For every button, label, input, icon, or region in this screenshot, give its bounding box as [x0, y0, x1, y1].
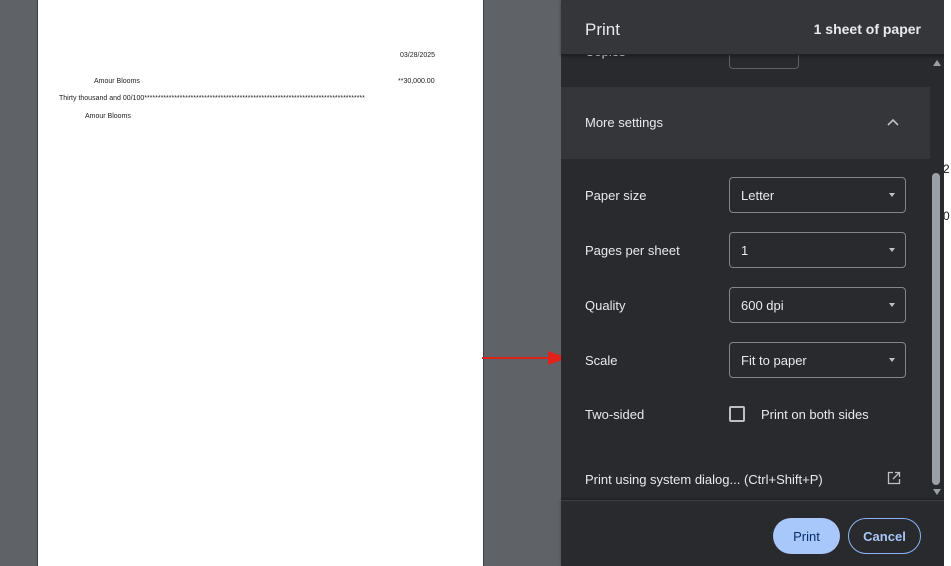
two-sided-label: Two-sided — [585, 407, 645, 422]
pages-per-sheet-value: 1 — [741, 243, 749, 258]
caret-down-icon — [889, 358, 895, 362]
paper-size-label: Paper size — [585, 188, 647, 203]
paper-size-select[interactable]: Letter — [729, 177, 906, 213]
check-amount: **30,000.00 — [398, 78, 435, 85]
print-settings-panel: Copies Print 1 sheet of paper More setti… — [561, 0, 951, 566]
quality-select[interactable]: 600 dpi — [729, 287, 906, 323]
check-memo-name: Amour Blooms — [85, 113, 131, 120]
scrollbar-thumb[interactable] — [932, 173, 940, 485]
print-preview-area: 03/28/2025 Amour Blooms **30,000.00 Thir… — [0, 0, 568, 566]
print-button[interactable]: Print — [773, 518, 840, 554]
caret-down-icon — [889, 303, 895, 307]
two-sided-checkbox[interactable] — [729, 406, 745, 422]
caret-down-icon — [889, 248, 895, 252]
scale-select[interactable]: Fit to paper — [729, 342, 906, 378]
more-settings-toggle[interactable]: More settings — [561, 87, 930, 159]
pages-per-sheet-label: Pages per sheet — [585, 243, 680, 258]
print-header: Print 1 sheet of paper — [561, 0, 951, 55]
preview-page: 03/28/2025 Amour Blooms **30,000.00 Thir… — [37, 0, 484, 566]
print-footer: Print Cancel — [561, 500, 951, 566]
system-dialog-link[interactable]: Print using system dialog... (Ctrl+Shift… — [561, 462, 930, 498]
check-date: 03/28/2025 — [400, 52, 436, 59]
check-amount-words: Thirty thousand and 00/100**************… — [59, 95, 365, 102]
quality-label: Quality — [585, 298, 626, 313]
system-dialog-label: Print using system dialog... (Ctrl+Shift… — [585, 472, 823, 487]
edge-text: 0 — [944, 209, 950, 223]
check-payee: Amour Blooms — [94, 78, 140, 85]
scroll-down-icon[interactable] — [933, 489, 941, 495]
paper-size-value: Letter — [741, 188, 775, 203]
scale-value: Fit to paper — [741, 353, 807, 368]
red-arrow-icon — [482, 351, 568, 365]
settings-scrollbar[interactable] — [930, 55, 944, 500]
caret-down-icon — [889, 193, 895, 197]
scroll-up-icon[interactable] — [933, 60, 941, 66]
more-settings-label: More settings — [585, 115, 664, 130]
scale-label: Scale — [585, 353, 618, 368]
quality-value: 600 dpi — [741, 298, 784, 313]
background-window-edge: 2 0 — [944, 0, 951, 566]
edge-text: 2 — [944, 162, 950, 176]
print-title: Print — [585, 20, 620, 39]
sheet-count: 1 sheet of paper — [813, 21, 921, 37]
cancel-button[interactable]: Cancel — [848, 518, 921, 554]
pages-per-sheet-select[interactable]: 1 — [729, 232, 906, 268]
chevron-up-icon — [887, 118, 899, 126]
open-in-new-icon — [887, 471, 901, 485]
two-sided-option-label[interactable]: Print on both sides — [761, 407, 869, 422]
